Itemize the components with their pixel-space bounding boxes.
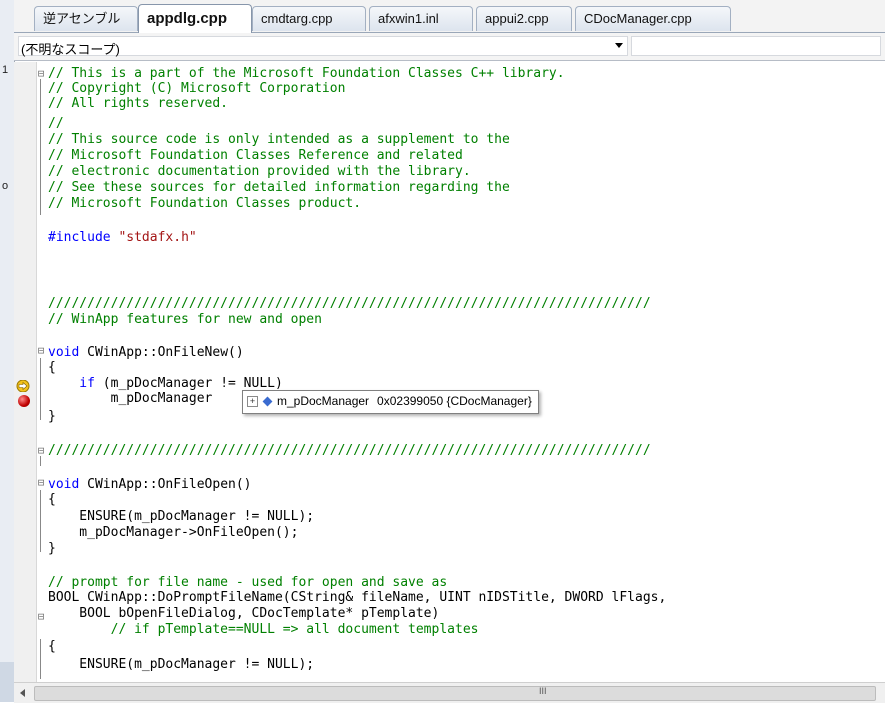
datatip-popup[interactable]: + m_pDocManager 0x02399050 {CDocManager} [242,390,539,414]
collapse-toggle-icon[interactable]: ⊟ [36,476,46,489]
code-line: ENSURE(m_pDocManager != NULL); [48,509,315,524]
tab-disassembly[interactable]: 逆アセンブル [34,6,138,31]
expand-icon[interactable]: + [247,396,258,408]
condition: (m_pDocManager != NULL) [94,376,283,391]
code-line-function: void CWinApp::OnFileNew() [48,346,244,360]
tab-afxwin1-inl[interactable]: afxwin1.inl [369,6,473,31]
scrollbar-thumb[interactable] [34,686,876,701]
code-line: ////////////////////////////////////////… [48,296,651,311]
code-line: // All rights reserved. [48,96,229,111]
keyword: if [48,376,95,391]
code-line: // WinApp features for new and open [48,312,322,327]
outline-line [40,490,41,552]
code-line: ////////////////////////////////////////… [48,443,651,458]
collapse-toggle-icon[interactable]: ⊟ [36,444,46,457]
left-strip-label: 1 [2,64,9,76]
code-line: { [48,360,56,375]
code-line-function: void CWinApp::OnFileOpen() [48,478,252,492]
code-line: // Copyright (C) Microsoft Corporation [48,81,346,96]
code-line: // See these sources for detailed inform… [48,180,510,195]
function-signature: CWinApp::OnFileNew() [79,345,244,360]
current-statement-arrow-icon [16,380,30,392]
member-dropdown[interactable] [631,36,881,56]
outline-line [40,456,41,466]
code-line: // if pTemplate==NULL => all document te… [48,622,479,637]
breakpoint-icon[interactable] [18,395,30,407]
code-line: { [48,492,56,507]
collapse-toggle-icon[interactable]: ⊟ [36,67,46,80]
code-line: // electronic documentation provided wit… [48,164,471,179]
collapse-toggle-icon[interactable]: ⊟ [36,610,46,623]
keyword: void [48,477,80,492]
navigation-bar: (不明なスコープ) [14,33,885,61]
code-editor[interactable]: ⊟ ⊟ ⊟ ⊟ ⊟ // This is a part of the Micro… [14,62,885,682]
keyword: void [48,345,80,360]
code-line: // [48,116,64,131]
indicator-margin[interactable] [14,62,37,682]
left-strip-footer [0,662,14,702]
left-strip-label: o [2,180,9,192]
code-line: BOOL CWinApp::DoPromptFileName(CString& … [48,590,667,605]
collapse-toggle-icon[interactable]: ⊟ [36,344,46,357]
datatip-value: 0x02399050 {CDocManager} [377,394,532,408]
tab-cmdtarg-cpp[interactable]: cmdtarg.cpp [252,6,366,31]
outline-line [40,358,41,420]
code-line-include: #include "stdafx.h" [48,231,197,245]
scrollbar-grip: III [539,686,547,696]
field-icon [262,396,273,407]
code-line: // Microsoft Foundation Classes Referenc… [48,148,463,163]
datatip-variable-name: m_pDocManager [277,394,370,408]
scope-dropdown[interactable]: (不明なスコープ) [18,36,628,57]
code-line: BOOL bOpenFileDialog, CDocTemplate* pTem… [48,606,440,621]
outline-line [40,79,41,215]
chevron-down-icon[interactable] [615,43,623,48]
outline-line [40,639,41,679]
code-line: } [48,409,56,424]
code-line: } [48,541,56,556]
code-line-if: if (m_pDocManager != NULL) [48,377,283,391]
code-line: // This source code is only intended as … [48,132,510,147]
tab-appdlg-cpp[interactable]: appdlg.cpp [138,4,252,33]
code-line: m_pDocManager [48,391,213,406]
include-string: "stdafx.h" [118,230,197,245]
function-signature: CWinApp::OnFileOpen() [79,477,252,492]
left-panel-strip: 1 o [0,0,15,702]
scope-dropdown-value: (不明なスコープ) [21,42,120,57]
code-line: { [48,639,56,654]
tab-cdocmanager-cpp[interactable]: CDocManager.cpp [575,6,731,31]
tab-appui2-cpp[interactable]: appui2.cpp [476,6,572,31]
code-line: // prompt for file name - used for open … [48,575,448,590]
horizontal-scrollbar[interactable]: III [14,682,885,703]
preprocessor-keyword: #include [48,230,111,245]
code-line: // Microsoft Foundation Classes product. [48,196,362,211]
code-line: // This is a part of the Microsoft Found… [48,66,565,81]
document-tab-bar: 逆アセンブル appdlg.cpp cmdtarg.cpp afxwin1.in… [14,0,885,33]
scroll-left-arrow-icon[interactable] [20,689,25,697]
code-line: ENSURE(m_pDocManager != NULL); [48,657,315,672]
code-line: m_pDocManager->OnFileOpen(); [48,525,299,540]
